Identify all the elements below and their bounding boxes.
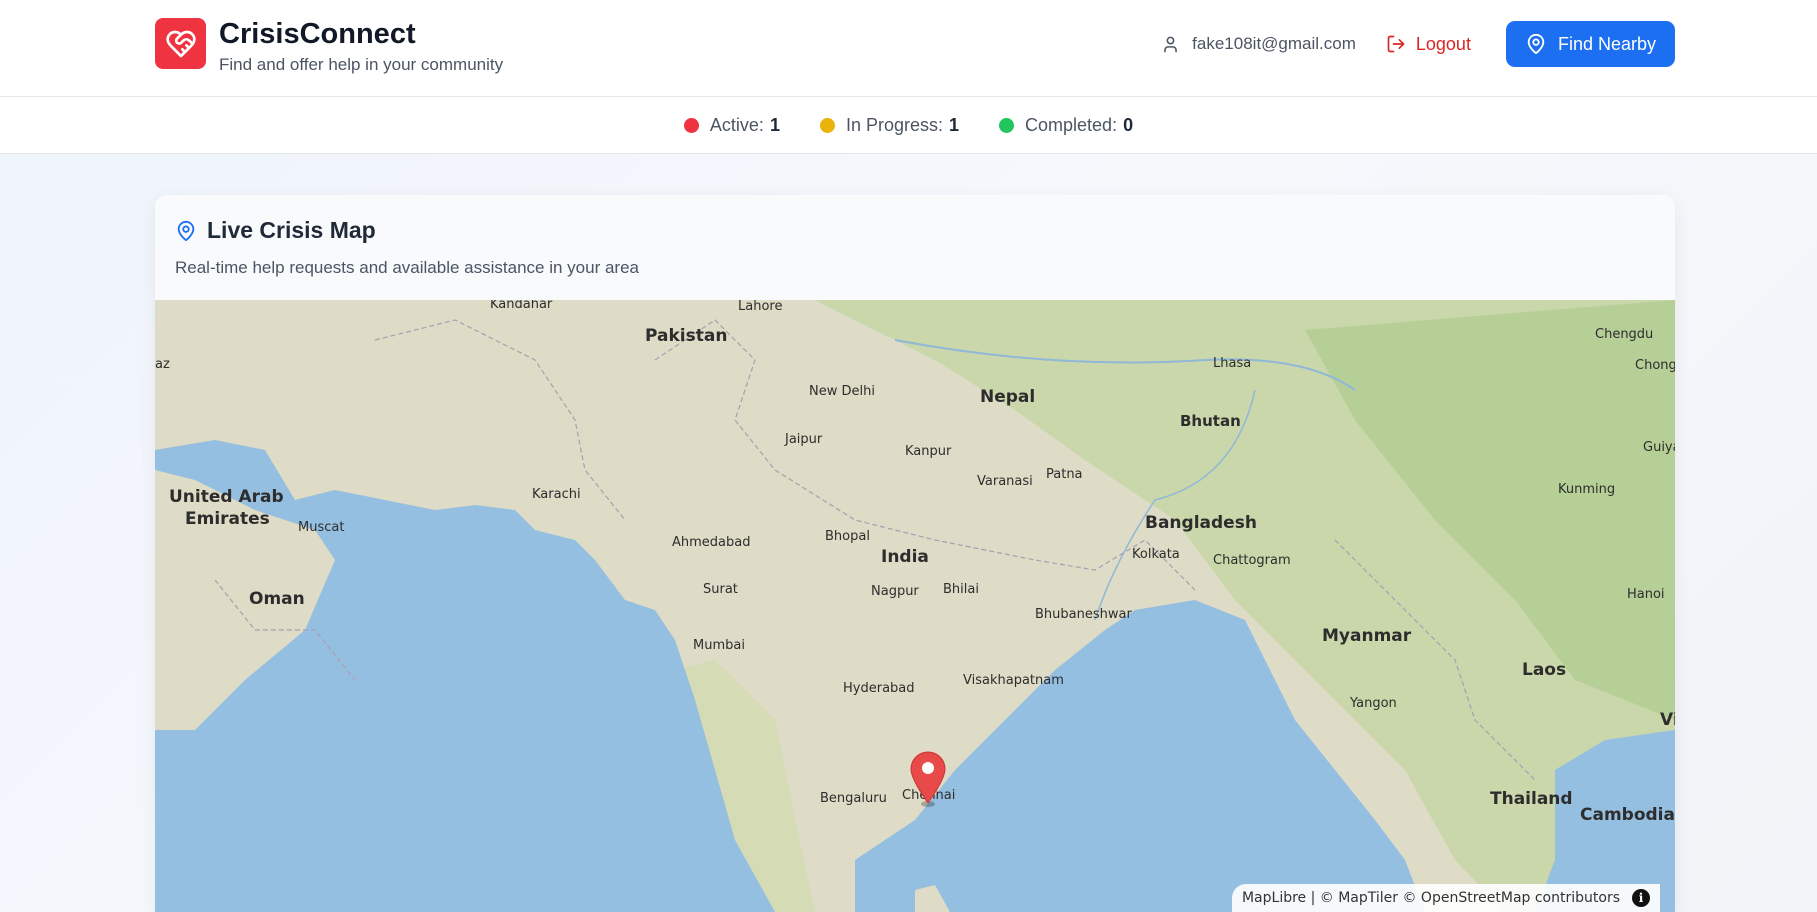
info-icon[interactable]: i	[1632, 889, 1650, 907]
app-subtitle: Find and offer help in your community	[219, 55, 504, 74]
map-label-city: Patna	[1046, 467, 1083, 482]
app-header: CrisisConnect Find and offer help in you…	[0, 0, 1817, 97]
map-label-city: Lhasa	[1213, 356, 1251, 371]
stat-active-label: Active:	[709, 114, 764, 135]
map-card-title: Live Crisis Map	[175, 217, 376, 244]
map-label-city: Hyderabad	[843, 681, 915, 696]
find-nearby-button[interactable]: Find Nearby	[1505, 21, 1675, 67]
map-label-city: Muscat	[298, 520, 344, 535]
stat-completed: Completed: 0	[999, 115, 1133, 136]
stat-completed-label: Completed:	[1025, 114, 1118, 135]
map-label-country: Bhutan	[1180, 412, 1241, 430]
map-label-city: Bengaluru	[820, 791, 887, 806]
stat-active-value: 1	[769, 114, 780, 135]
map-label-city: Chengdu	[1595, 327, 1653, 342]
heart-handshake-icon	[155, 18, 206, 69]
map-pin-icon	[1525, 33, 1547, 55]
map-label-city: Visakhapatnam	[963, 673, 1064, 688]
map-card-subtitle: Real-time help requests and available as…	[175, 258, 639, 277]
map-card-title-text: Live Crisis Map	[207, 217, 376, 243]
map-label-country: Nepal	[980, 387, 1035, 407]
marker-center	[922, 762, 934, 774]
user-info: fake108it@gmail.com	[1161, 34, 1356, 54]
map-label-city: Bhopal	[825, 529, 870, 544]
map-label-city: Kanpur	[905, 444, 952, 459]
map-label-city: Guiya	[1643, 440, 1675, 455]
map-card-header: Live Crisis Map Real-time help requests …	[155, 195, 1675, 300]
map-label-city: Bhubaneshwar	[1035, 607, 1132, 622]
map-label-city: Hanoi	[1627, 587, 1665, 602]
live-crisis-map-card: Live Crisis Map Real-time help requests …	[155, 195, 1675, 912]
map-label-country: Bangladesh	[1145, 513, 1257, 533]
map-label-city: Bhilai	[943, 582, 979, 597]
map-label-city: Kunming	[1558, 482, 1615, 497]
map-label-country: Thailand	[1490, 789, 1573, 809]
map-label-city: Varanasi	[977, 474, 1033, 489]
completed-status-dot	[999, 117, 1015, 133]
map-label-country: Myanmar	[1322, 626, 1412, 646]
app-title: CrisisConnect	[219, 18, 416, 50]
map-label-country: Pakistan	[645, 326, 727, 346]
map-label-country: Laos	[1522, 660, 1566, 680]
status-summary-bar: Active: 1 In Progress: 1 Completed: 0	[0, 97, 1817, 154]
map-label-country: Oman	[249, 589, 305, 609]
map-label-city: Chattogram	[1213, 553, 1291, 568]
map-label-city: Kolkata	[1132, 547, 1180, 562]
stat-in-progress-label: In Progress:	[845, 114, 943, 135]
stat-completed-value: 0	[1123, 114, 1134, 135]
map-label-city: Kandahar	[490, 300, 553, 312]
map-pin-icon	[175, 220, 197, 242]
map-label-city: Surat	[703, 582, 738, 597]
stat-in-progress: In Progress: 1	[819, 114, 960, 136]
active-status-dot	[683, 117, 699, 133]
stat-active: Active: 1	[683, 114, 780, 136]
map-label-city: Ahmedabad	[672, 535, 750, 550]
map-label-country: United Arab	[169, 487, 284, 507]
map-label-city: az	[155, 357, 170, 372]
map-label-country: Cambodia	[1580, 805, 1675, 825]
find-nearby-label: Find Nearby	[1557, 33, 1656, 54]
in-progress-status-dot	[819, 117, 835, 133]
logout-label: Logout	[1415, 33, 1471, 54]
map-label-country: India	[881, 547, 929, 567]
stat-in-progress-value: 1	[949, 114, 960, 135]
map-canvas[interactable]: Pakistan Nepal Bhutan India Bangladesh U…	[155, 300, 1675, 912]
map-attribution: MapLibre | © MapTiler © OpenStreetMap co…	[1231, 884, 1660, 912]
map-label-city: Lahore	[738, 300, 782, 314]
map-label-city: Karachi	[532, 487, 581, 502]
map-label-country: Emirates	[185, 509, 270, 529]
logout-button[interactable]: Logout	[1386, 34, 1471, 55]
map-label-city: Chongq	[1635, 358, 1675, 373]
map-label-city: Nagpur	[871, 584, 919, 599]
attribution-text: MapLibre | © MapTiler © OpenStreetMap co…	[1241, 890, 1620, 906]
user-email: fake108it@gmail.com	[1192, 34, 1356, 53]
map-label-city: Jaipur	[784, 432, 823, 447]
logout-icon	[1386, 34, 1406, 54]
map-label-city: Yangon	[1349, 696, 1397, 711]
crisis-map[interactable]: Pakistan Nepal Bhutan India Bangladesh U…	[155, 300, 1675, 912]
user-icon	[1161, 35, 1180, 54]
map-label-city: Mumbai	[693, 638, 745, 653]
brand[interactable]: CrisisConnect Find and offer help in you…	[155, 18, 503, 76]
map-label-city: Vi	[1660, 710, 1675, 730]
map-label-city: New Delhi	[809, 384, 875, 399]
